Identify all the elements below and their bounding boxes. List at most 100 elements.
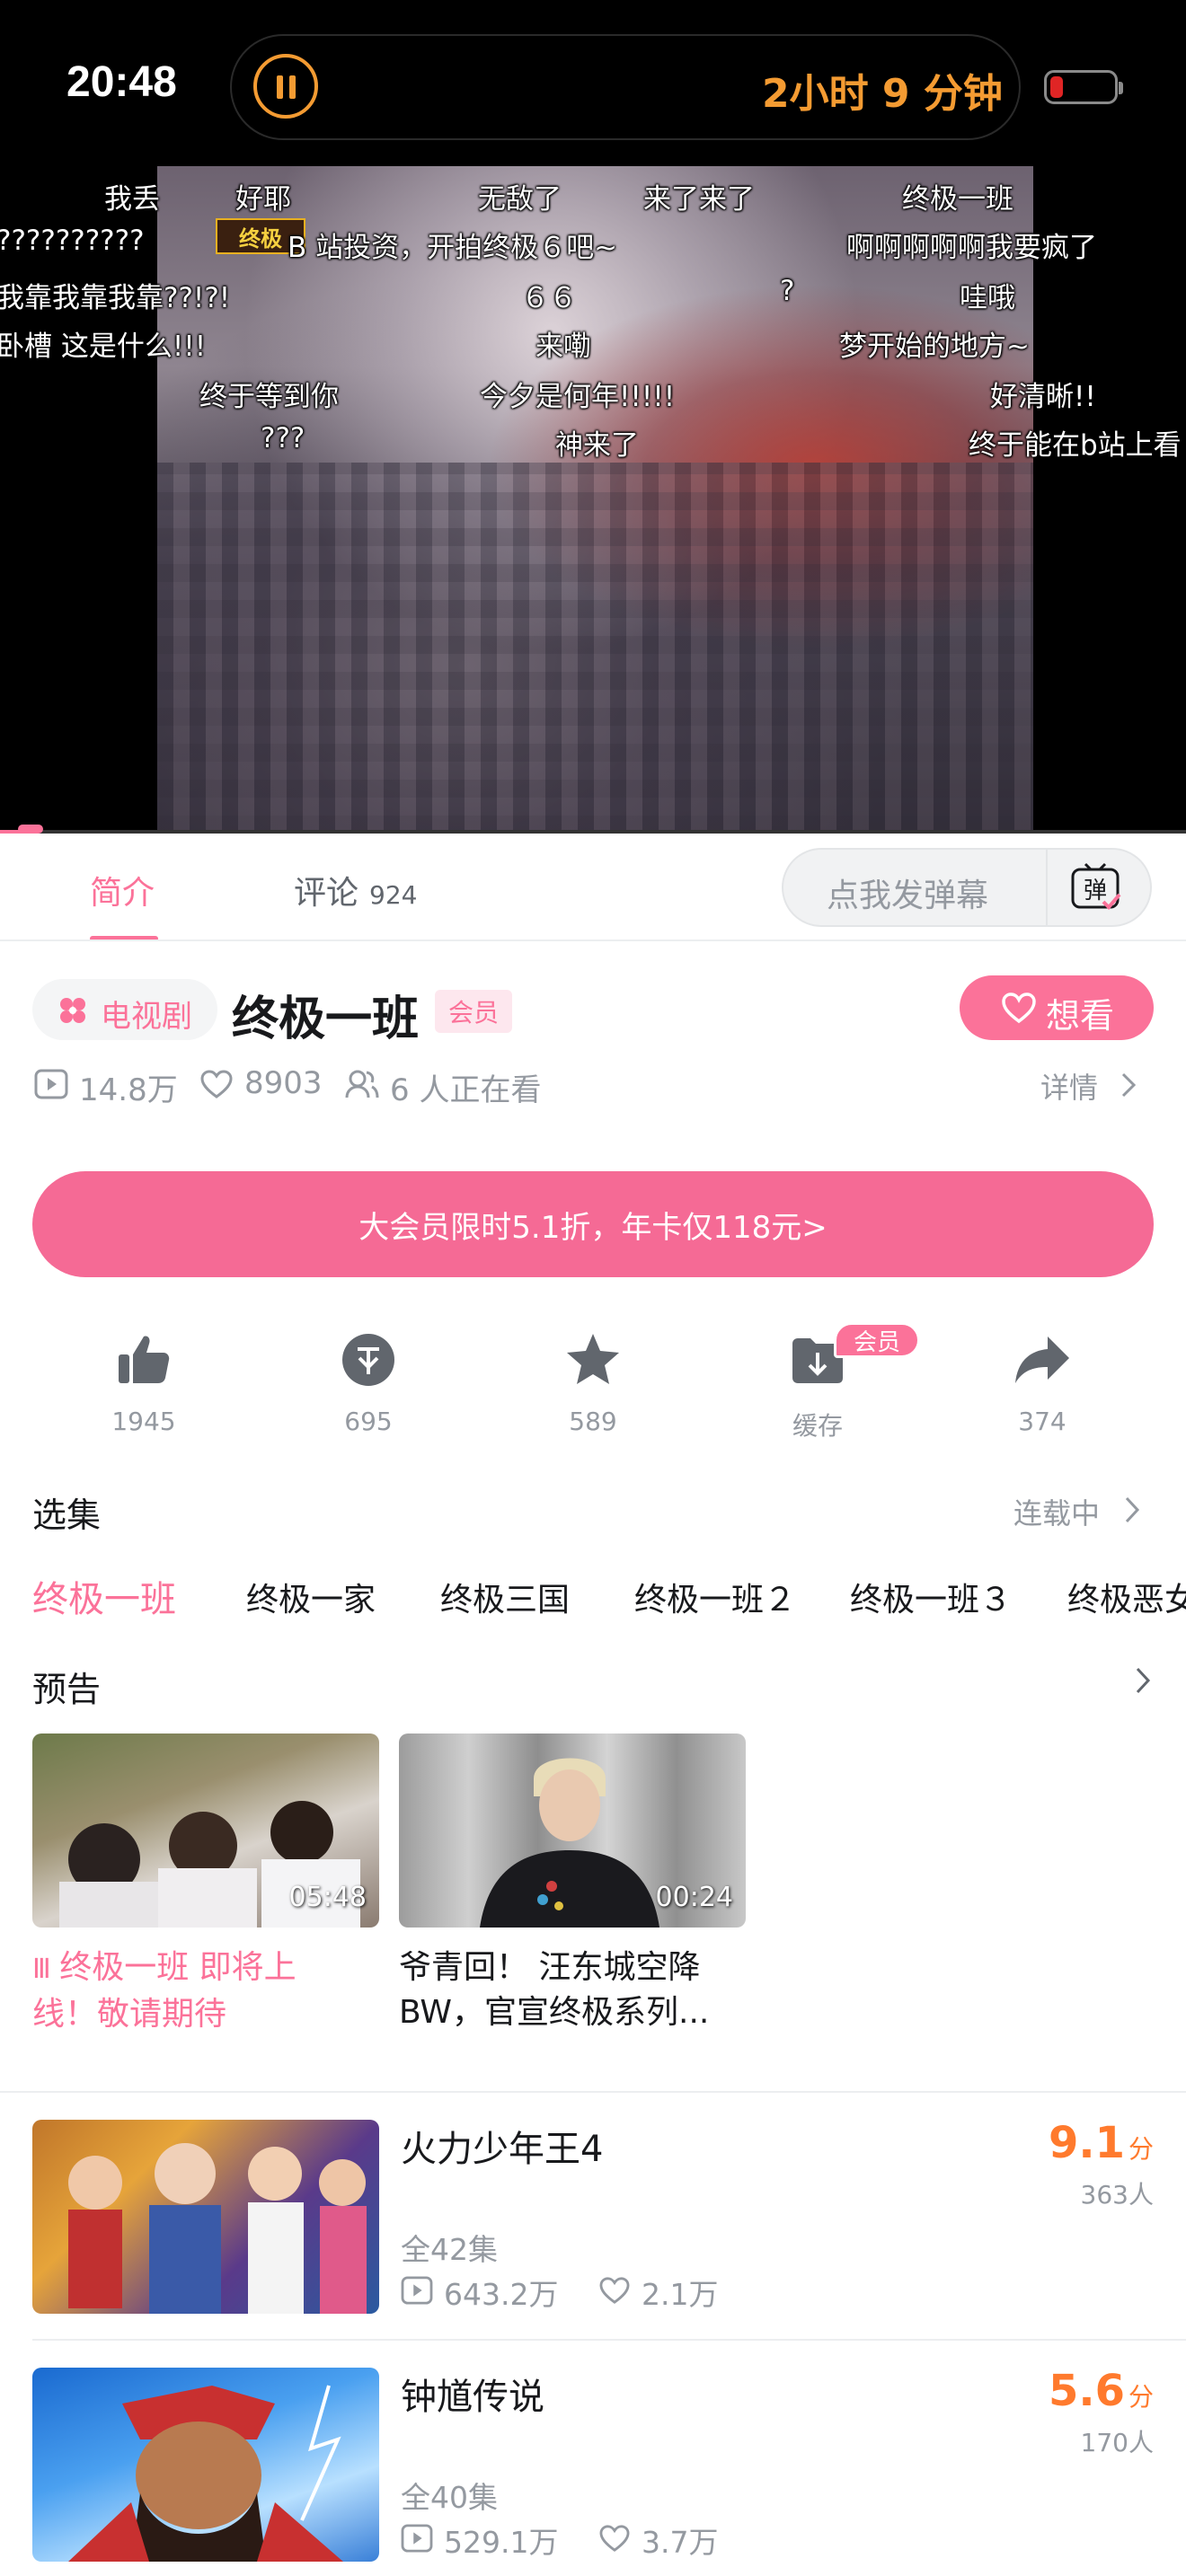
danmaku-input[interactable]: 点我发弹幕 弹 [782, 848, 1152, 927]
danmaku-comment: 好耶 [235, 183, 291, 216]
trailers-section-title: 预告 [32, 1670, 102, 1709]
pause-icon[interactable] [253, 54, 318, 119]
like-count: 8903 [244, 1065, 323, 1101]
tabs-divider [0, 940, 1186, 941]
danmaku-comment: 我丢 [104, 183, 160, 216]
vip-promo-banner[interactable]: 大会员限时5.1折，年卡仅118元> [32, 1171, 1154, 1277]
trailer-title-line: Ⅲ 终极一班 即将上 [32, 1949, 296, 1986]
recommendation-raters: 170人 [1080, 2428, 1154, 2457]
recommendation-likes: 3.7万 [642, 2525, 719, 2560]
coin-button[interactable]: 695 [305, 1331, 431, 1448]
timer-text: 2小时 9 分钟 [762, 71, 1003, 117]
view-count: 14.8万 [79, 1072, 178, 1108]
watching-icon [345, 1070, 379, 1098]
play-count-icon [401, 2524, 433, 2553]
danmaku-comment: 终于能在b站上看 [969, 429, 1182, 462]
danmaku-comment: 终极一班 [902, 183, 1013, 216]
season-item[interactable]: 终极一班３ [850, 1574, 1012, 1620]
detail-link[interactable]: 详情 [1040, 1065, 1098, 1107]
category-chip[interactable]: 电视剧 [32, 979, 217, 1040]
share-count: 374 [1018, 1407, 1067, 1436]
share-icon [1015, 1337, 1069, 1383]
trailer-title[interactable]: 爷青回！ 汪东城空降 BW，官宣终极系列... [399, 1945, 758, 2035]
favorite-count: 589 [569, 1407, 617, 1436]
chevron-right-icon[interactable] [1121, 1493, 1143, 1527]
danmaku-comment: ??? [261, 422, 305, 454]
play-count-icon [34, 1069, 68, 1099]
like-icon [200, 1070, 233, 1098]
tab-comments[interactable]: 评论 924 [294, 867, 417, 913]
recommendation-thumbnail[interactable] [32, 2368, 379, 2562]
episodes-status[interactable]: 连载中 [1013, 1491, 1100, 1532]
danmaku-comment: 我靠我靠我靠??!?! [0, 282, 231, 314]
recommendation-title[interactable]: 火力少年王4 [401, 2120, 603, 2172]
danmaku-comment: 梦开始的地方~ [839, 331, 1030, 363]
thumbs-up-icon [119, 1336, 170, 1383]
recommendation-views: 529.1万 [444, 2525, 559, 2560]
like-icon [599, 2525, 630, 2552]
favorite-button[interactable]: 589 [530, 1331, 656, 1448]
cache-vip-badge: 会员 [834, 1322, 920, 1358]
cache-label: 缓存 [792, 1411, 843, 1441]
trailer-title[interactable]: Ⅲ 终极一班 即将上 线！敬请期待 [32, 1945, 392, 2037]
comments-count: 924 [369, 880, 418, 910]
season-item[interactable]: 终极三国 [440, 1574, 570, 1620]
danmaku-input-placeholder: 点我发弹幕 [827, 878, 989, 914]
divider [0, 2091, 1186, 2093]
play-count-icon [401, 2276, 433, 2305]
danmaku-comment: 来嘞 [535, 331, 591, 363]
trailer-thumbnail[interactable]: 05:48 [32, 1734, 379, 1928]
watching-count: 6 人正在看 [390, 1072, 542, 1108]
star-icon [567, 1334, 619, 1384]
want-to-watch-label: 想看 [1046, 996, 1115, 1036]
svg-text:弹: 弹 [1084, 878, 1107, 904]
divider [1046, 850, 1048, 925]
video-frame [157, 166, 1033, 834]
recommendation-episodes: 全40集 [401, 2480, 498, 2515]
danmaku-comment: 无敌了 [478, 183, 562, 216]
season-item[interactable]: 终极一班 [32, 1570, 176, 1622]
chevron-right-icon[interactable] [1118, 1069, 1139, 1101]
vip-badge: 会员 [435, 990, 512, 1033]
danmaku-comment: 终于等到你 [199, 381, 339, 413]
danmaku-comment: 卧槽 这是什么!!! [0, 331, 207, 363]
chevron-right-icon[interactable] [1132, 1663, 1154, 1698]
show-title: 终极一班 [232, 992, 420, 1046]
season-item[interactable]: 终极一家 [246, 1574, 376, 1620]
share-button[interactable]: 374 [979, 1331, 1105, 1448]
want-to-watch-button[interactable]: 想看 [960, 975, 1154, 1040]
category-label: 电视剧 [101, 999, 192, 1035]
recommendation-views: 643.2万 [444, 2277, 559, 2312]
danmaku-comment: 神来了 [555, 429, 639, 462]
like-button[interactable]: 1945 [81, 1331, 207, 1448]
danmaku-comment: 哇哦 [960, 282, 1015, 314]
divider [32, 2339, 1186, 2341]
video-scene [157, 463, 1033, 834]
tab-comments-label: 评论 [294, 875, 359, 912]
trailer-title-line: 线！敬请期待 [32, 1996, 227, 2033]
battery-icon [1044, 70, 1123, 104]
recommendation-title[interactable]: 钟馗传说 [401, 2368, 544, 2420]
tab-intro[interactable]: 简介 [90, 867, 155, 913]
like-count-action: 1945 [111, 1407, 176, 1436]
danmaku-comment: 今夕是何年!!!!! [480, 381, 676, 413]
danmaku-comment: 啊啊啊啊啊我要疯了 [846, 232, 1097, 264]
danmaku-toggle-icon[interactable]: 弹 [1067, 860, 1125, 914]
recommendation-thumbnail-image [68, 2385, 343, 2562]
coin-count: 695 [344, 1407, 393, 1436]
season-item[interactable]: 终极一班２ [634, 1574, 796, 1620]
video-progress-handle[interactable] [18, 825, 43, 834]
danmaku-comment: ６６ [521, 282, 577, 314]
like-icon [599, 2277, 630, 2304]
video-progress-track[interactable] [0, 830, 1186, 834]
recommendation-thumbnail[interactable] [32, 2120, 379, 2314]
trailer-thumbnail[interactable]: 00:24 [399, 1734, 746, 1928]
trailer-duration: 00:24 [655, 1882, 733, 1913]
recommendation-episodes: 全42集 [401, 2232, 498, 2267]
playing-icon: Ⅲ [32, 1954, 60, 1985]
trailer-title-line: BW，官宣终极系列... [399, 1994, 710, 2031]
danmaku-comment: ?????????? [0, 225, 145, 257]
coin-icon [342, 1334, 394, 1386]
heart-icon [1002, 992, 1036, 1024]
season-item[interactable]: 终极恶女 [1067, 1574, 1186, 1620]
